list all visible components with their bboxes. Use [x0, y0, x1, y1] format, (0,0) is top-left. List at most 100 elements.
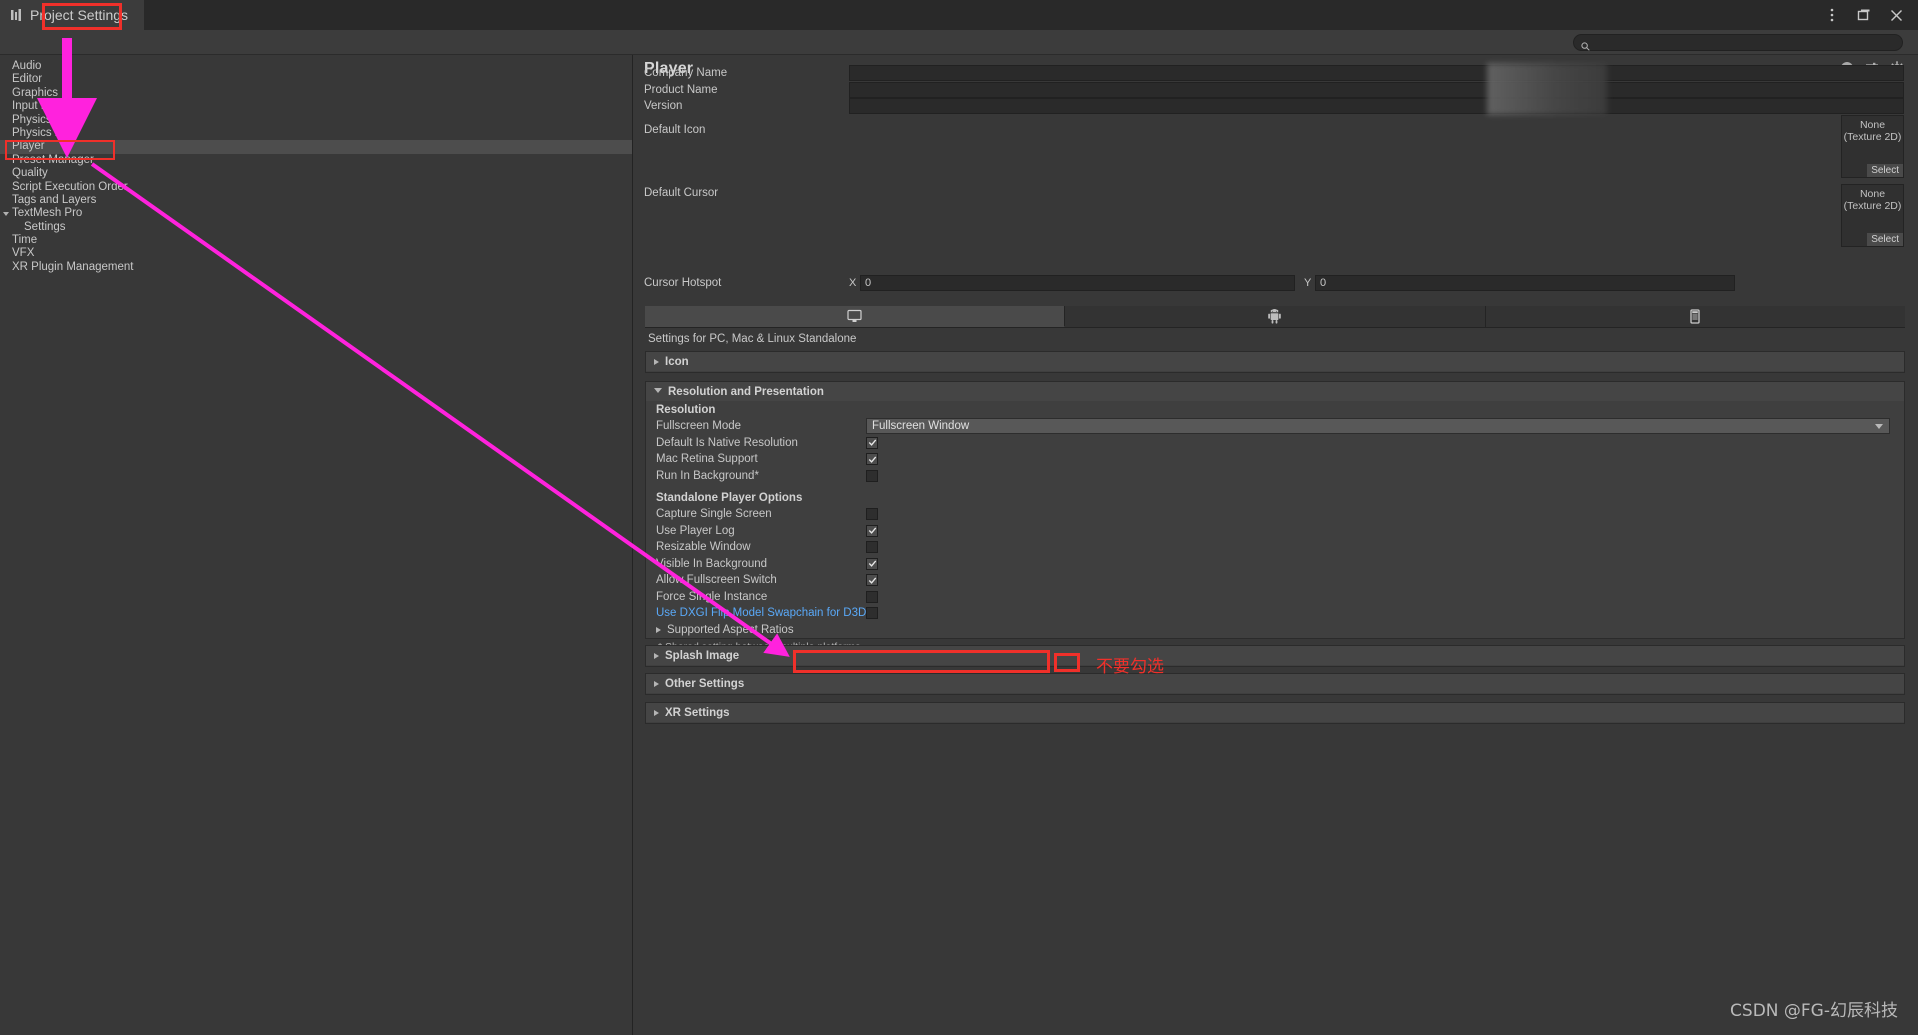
identity-input[interactable]: [849, 98, 1904, 114]
foldout-icon-header[interactable]: Icon: [646, 352, 1904, 371]
setting-label: Default Is Native Resolution: [656, 436, 798, 449]
checkbox[interactable]: [866, 574, 878, 587]
annotation-note-text: 不要勾选: [1096, 657, 1164, 677]
sidebar-item-label: TextMesh Pro: [12, 207, 83, 220]
sidebar-item-editor[interactable]: Editor: [0, 73, 632, 86]
checkbox[interactable]: [866, 607, 878, 620]
chevron-right-icon: [654, 358, 659, 365]
monitor-icon: [847, 309, 862, 323]
default-cursor-object-field[interactable]: None (Texture 2D) Select: [1841, 184, 1904, 247]
checkbox[interactable]: [866, 453, 878, 466]
cursor-hotspot-label: Cursor Hotspot: [644, 277, 722, 289]
checkbox[interactable]: [866, 557, 878, 570]
sidebar-item-input-manager[interactable]: Input Manager: [0, 100, 632, 113]
chevron-right-icon: [654, 709, 659, 716]
standalone-rows: Capture Single Screen Use Player Log Resiz…: [646, 506, 1904, 622]
sidebar-item-quality[interactable]: Quality: [0, 167, 632, 180]
sidebar-item-label: Input Manager: [12, 100, 87, 113]
sidebar-item-label: Tags and Layers: [12, 193, 97, 206]
sidebar-item-label: Settings: [24, 220, 66, 233]
tab-android[interactable]: [1065, 306, 1486, 327]
identity-label: Product Name: [644, 83, 718, 96]
foldout-xr-settings[interactable]: XR Settings: [645, 702, 1905, 724]
sidebar-item-graphics[interactable]: Graphics: [0, 87, 632, 100]
kebab-menu-icon[interactable]: [1824, 7, 1840, 23]
sidebar-item-physics[interactable]: Physics: [0, 114, 632, 127]
setting-label: Force Single Instance: [656, 590, 768, 603]
foldout-icon-label: Icon: [665, 355, 689, 368]
tab-standalone[interactable]: [645, 306, 1066, 327]
maximize-window-icon[interactable]: [1856, 7, 1872, 23]
sidebar-item-vfx[interactable]: VFX: [0, 247, 632, 260]
sidebar-item-xr-plugin-management[interactable]: XR Plugin Management: [0, 261, 632, 274]
foldout-resolution-presentation: Resolution and Presentation Resolution F…: [645, 381, 1905, 653]
foldout-supported-aspect-ratios[interactable]: Supported Aspect Ratios: [646, 622, 1904, 639]
foldout-xr-label: XR Settings: [665, 706, 730, 719]
setting-label: Run In Background*: [656, 469, 759, 482]
default-cursor-select-button[interactable]: Select: [1867, 233, 1903, 246]
default-cursor-row: Default Cursor: [634, 183, 1918, 203]
setting-row: Run In Background*: [646, 468, 1904, 485]
foldout-resolution-header[interactable]: Resolution and Presentation: [646, 382, 1904, 401]
chevron-right-icon: [654, 680, 659, 687]
foldout-splash-label: Splash Image: [665, 649, 740, 662]
dropdown[interactable]: Fullscreen Window: [866, 418, 1890, 435]
sidebar-item-script-execution-order[interactable]: Script Execution Order: [0, 181, 632, 194]
sidebar-item-physics-2d[interactable]: Physics 2D: [0, 127, 632, 140]
identity-label: Version: [644, 100, 683, 112]
close-window-icon[interactable]: [1888, 7, 1904, 23]
sidebar-item-label: Preset Manager: [12, 153, 94, 166]
sidebar-item-settings[interactable]: Settings: [0, 221, 632, 234]
resolution-group-title: Resolution: [656, 404, 716, 416]
default-icon-object-field[interactable]: None (Texture 2D) Select: [1841, 115, 1904, 178]
search-box[interactable]: [1573, 34, 1903, 51]
checkbox[interactable]: [866, 541, 878, 554]
checkbox[interactable]: [866, 436, 878, 449]
settings-sliders-icon: [10, 8, 24, 22]
checkbox[interactable]: [866, 524, 878, 537]
sidebar-item-label: Physics 2D: [12, 126, 70, 139]
sidebar-item-player[interactable]: Player: [0, 140, 632, 154]
checkbox[interactable]: [866, 508, 878, 521]
android-icon: [1268, 309, 1282, 324]
webgl-icon: [1689, 309, 1701, 324]
chevron-down-icon[interactable]: [3, 212, 9, 219]
cursor-hotspot-x-input[interactable]: 0: [860, 275, 1295, 291]
sidebar-item-time[interactable]: Time: [0, 234, 632, 247]
foldout-xr-header[interactable]: XR Settings: [646, 703, 1904, 722]
search-input[interactable]: [1594, 36, 1884, 49]
setting-row: Visible In Background: [646, 556, 1904, 573]
foldout-other-settings[interactable]: Other Settings: [645, 673, 1905, 695]
identity-label: Company Name: [644, 67, 728, 79]
window-controls: [1824, 7, 1918, 23]
checkbox[interactable]: [866, 469, 878, 482]
sidebar-item-preset-manager[interactable]: Preset Manager: [0, 154, 632, 167]
foldout-icon[interactable]: Icon: [645, 351, 1905, 373]
foldout-splash-header[interactable]: Splash Image: [646, 646, 1904, 665]
title-bar-spacer: [144, 0, 1824, 30]
sidebar-item-audio[interactable]: Audio: [0, 60, 632, 73]
settings-category-sidebar: Audio Editor Graphics Input Manager Physics P…: [0, 55, 633, 1035]
cursor-hotspot-y-input[interactable]: 0: [1315, 275, 1735, 291]
foldout-other-header[interactable]: Other Settings: [646, 674, 1904, 693]
sidebar-item-tags-and-layers[interactable]: Tags and Layers: [0, 194, 632, 207]
setting-row: Capture Single Screen: [646, 506, 1904, 523]
setting-label: Fullscreen Mode: [656, 420, 742, 433]
window-title-bar: Project Settings: [0, 0, 1918, 30]
setting-row: Allow Fullscreen Switch: [646, 572, 1904, 589]
cursor-hotspot-x: X 0: [849, 275, 1295, 291]
tab-webgl[interactable]: [1485, 306, 1905, 327]
foldout-splash-image[interactable]: Splash Image: [645, 645, 1905, 667]
default-icon-select-button[interactable]: Select: [1867, 164, 1903, 177]
chevron-down-icon: [1875, 424, 1883, 430]
setting-label[interactable]: Use DXGI Flip Model Swapchain for D3D11: [656, 607, 878, 619]
sidebar-item-textmesh-pro[interactable]: TextMesh Pro: [0, 207, 632, 220]
setting-row: Fullscreen Mode Fullscreen Window: [646, 418, 1904, 435]
chevron-right-icon: [656, 627, 661, 633]
watermark: CSDN @FG-幻辰科技: [1730, 1001, 1898, 1021]
dropdown-value: Fullscreen Window: [872, 420, 970, 433]
setting-label: Capture Single Screen: [656, 508, 772, 521]
cursor-hotspot-y: Y 0: [1304, 275, 1735, 291]
checkbox[interactable]: [866, 590, 878, 603]
tab-project-settings[interactable]: Project Settings: [0, 0, 145, 30]
